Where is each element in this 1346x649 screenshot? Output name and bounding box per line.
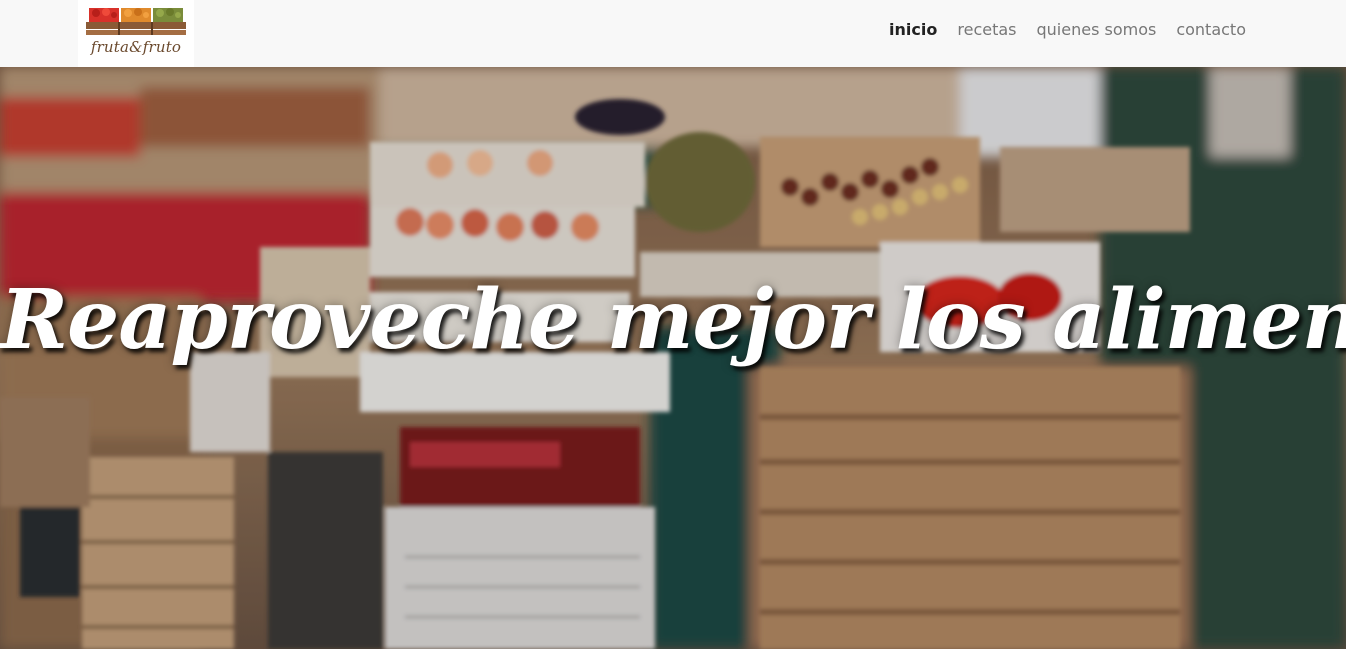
hero-title: Reaproveche mejor los alimentos: [0, 272, 1346, 368]
nav-quienes-somos[interactable]: quienes somos: [1037, 20, 1157, 39]
nav-recetas[interactable]: recetas: [957, 20, 1016, 39]
brand-name: fruta&fruto: [90, 38, 182, 56]
fruit-crates-logo-icon: [86, 8, 186, 35]
navbar: fruta&fruto inicio recetas quienes somos…: [0, 0, 1346, 67]
nav-menu: inicio recetas quienes somos contacto: [889, 20, 1246, 40]
nav-inicio[interactable]: inicio: [889, 20, 937, 39]
brand-logo-link[interactable]: fruta&fruto: [78, 0, 194, 67]
nav-contacto[interactable]: contacto: [1176, 20, 1246, 39]
hero-section: Reaproveche mejor los alimentos: [0, 67, 1346, 649]
